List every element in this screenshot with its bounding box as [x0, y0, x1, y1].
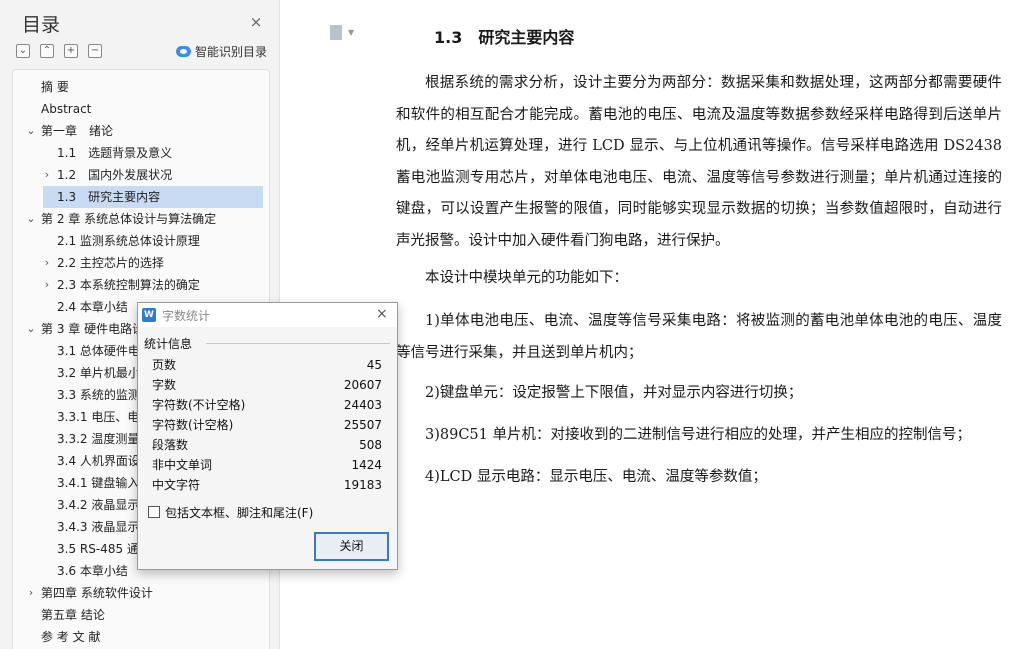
chevron-down-icon[interactable]: ⌄ — [25, 318, 37, 340]
cloud-icon — [176, 46, 191, 57]
toc-item-label: 第 2 章 系统总体设计与算法确定 — [41, 212, 217, 226]
toc-item-label: 3.6 本章小结 — [57, 564, 128, 578]
toc-item-label: 第一章 绪论 — [41, 124, 114, 138]
add-heading-icon[interactable]: + — [64, 44, 78, 58]
toc-item[interactable]: Abstract — [13, 98, 263, 120]
toc-item-label: 3.3.2 温度测量 — [57, 432, 140, 446]
stat-value: 25507 — [343, 418, 382, 432]
divider — [206, 343, 390, 344]
toc-item-label: 1.3 研究主要内容 — [57, 190, 161, 204]
sidebar-close-icon[interactable]: × — [248, 14, 264, 30]
stat-row: 字符数(计空格) 25507 — [152, 415, 382, 435]
chevron-down-icon[interactable]: ⌄ — [25, 120, 37, 142]
chevron-down-icon[interactable]: ⌄ — [25, 208, 37, 230]
toc-item-label: 1.2 国内外发展状况 — [57, 168, 173, 182]
stat-label: 非中文单词 — [152, 458, 213, 472]
toc-toolbar: ⌄ ⌃ + − — [16, 44, 102, 58]
smart-toc-button[interactable]: 智能识别目录 — [176, 43, 267, 60]
dialog-title: 字数统计 — [162, 309, 211, 323]
section-heading: 1.3 研究主要内容 — [434, 28, 575, 47]
toc-item[interactable]: › 1.2 国内外发展状况 — [13, 164, 263, 186]
sidebar-title: 目录 — [22, 14, 61, 36]
stat-label: 页数 — [152, 358, 177, 372]
word-count-dialog: W 字数统计 × 统计信息 页数 45 字数 20607 字符数(不计空格) 24403 字… — [137, 302, 398, 570]
stat-value: 19183 — [343, 478, 382, 492]
stats-section-label: 统计信息 — [144, 337, 193, 351]
toc-item-label: 摘 要 — [41, 80, 69, 94]
toc-item-label: 第四章 系统软件设计 — [41, 586, 153, 600]
smart-toc-label: 智能识别目录 — [195, 45, 268, 59]
paragraph: 3)89C51 单片机：对接收到的二进制信号进行相应的处理，并产生相应的控制信号… — [425, 427, 971, 443]
stat-value: 1424 — [351, 458, 382, 472]
stat-label: 字符数(不计空格) — [152, 398, 246, 412]
toc-item-label: 3.4.1 键盘输入 — [57, 476, 140, 490]
chevron-right-icon[interactable]: › — [25, 582, 37, 604]
paragraph: 根据系统的需求分析，设计主要分为两部分：数据采集和数据处理，这两部分都需要硬件和… — [396, 75, 1002, 249]
toc-item-label: 2.1 监测系统总体设计原理 — [57, 234, 200, 248]
toc-item[interactable]: › 2.3 本系统控制算法的确定 — [13, 274, 263, 296]
expand-icon[interactable]: ⌄ — [16, 44, 30, 58]
chevron-right-icon[interactable]: › — [41, 274, 53, 296]
chevron-right-icon[interactable]: › — [41, 164, 53, 186]
toc-item[interactable]: › 第四章 系统软件设计 — [13, 582, 263, 604]
toc-item-label: 第五章 结论 — [41, 608, 105, 622]
stat-value: 45 — [366, 358, 382, 372]
stat-row: 页数 45 — [152, 355, 382, 375]
stat-row: 中文字符 19183 — [152, 475, 382, 495]
toc-item-label: 参 考 文 献 — [41, 630, 101, 644]
toc-item-label: 1.1 选题背景及意义 — [57, 146, 173, 160]
include-textbox-label[interactable]: 包括文本框、脚注和尾注(F) — [165, 504, 313, 521]
document-icon[interactable] — [330, 25, 342, 40]
remove-heading-icon[interactable]: − — [88, 44, 102, 58]
stat-row: 字数 20607 — [152, 375, 382, 395]
toc-item-label: Abstract — [41, 102, 92, 116]
stat-value: 508 — [359, 438, 382, 452]
stat-label: 中文字符 — [152, 478, 201, 492]
stat-row: 段落数 508 — [152, 435, 382, 455]
toc-item[interactable]: › 2.2 主控芯片的选择 — [13, 252, 263, 274]
paragraph: 4)LCD 显示电路：显示电压、电流、温度等参数值； — [425, 469, 767, 485]
paragraph: 本设计中模块单元的功能如下： — [425, 270, 628, 286]
dialog-close-icon[interactable]: × — [376, 306, 388, 322]
stat-label: 字符数(计空格) — [152, 418, 234, 432]
toc-item[interactable]: 参 考 文 献 — [13, 626, 263, 648]
caret-down-icon[interactable]: ▼ — [348, 28, 354, 37]
stat-value: 20607 — [343, 378, 382, 392]
toc-item[interactable]: 2.1 监测系统总体设计原理 — [13, 230, 263, 252]
stat-value: 24403 — [343, 398, 382, 412]
paragraph: 1)单体电池电压、电流、温度等信号采集电路：将被监测的蓄电池单体电池的电压、温度… — [396, 313, 1002, 361]
wps-logo-icon: W — [142, 308, 156, 322]
toc-item[interactable]: 1.3 研究主要内容 — [43, 186, 263, 208]
toc-item[interactable]: 1.1 选题背景及意义 — [13, 142, 263, 164]
stat-row: 字符数(不计空格) 24403 — [152, 395, 382, 415]
paragraph: 2)键盘单元：设定报警上下限值，并对显示内容进行切换； — [425, 385, 803, 401]
document-page: 1.3 研究主要内容 根据系统的需求分析，设计主要分为两部分：数据采集和数据处理… — [396, 0, 1006, 649]
collapse-icon[interactable]: ⌃ — [40, 44, 54, 58]
stat-label: 字数 — [152, 378, 177, 392]
dialog-titlebar[interactable]: W 字数统计 × — [138, 303, 397, 327]
toc-item-label: 2.4 本章小结 — [57, 300, 128, 314]
chevron-right-icon[interactable]: › — [41, 252, 53, 274]
toc-item-label: 2.3 本系统控制算法的确定 — [57, 278, 200, 292]
toc-item-label: 3.4.3 液晶显示 — [57, 520, 140, 534]
stat-row: 非中文单词 1424 — [152, 455, 382, 475]
toc-item[interactable]: 第五章 结论 — [13, 604, 263, 626]
toc-item[interactable]: ⌄ 第 2 章 系统总体设计与算法确定 — [13, 208, 263, 230]
toc-item[interactable]: ⌄ 第一章 绪论 — [13, 120, 263, 142]
stat-label: 段落数 — [152, 438, 189, 452]
toc-item-label: 3.4.2 液晶显示 — [57, 498, 140, 512]
close-button[interactable]: 关闭 — [314, 532, 389, 561]
toc-item[interactable]: 摘 要 — [13, 76, 263, 98]
include-textbox-checkbox[interactable] — [148, 506, 160, 518]
toc-item-label: 2.2 主控芯片的选择 — [57, 256, 164, 270]
